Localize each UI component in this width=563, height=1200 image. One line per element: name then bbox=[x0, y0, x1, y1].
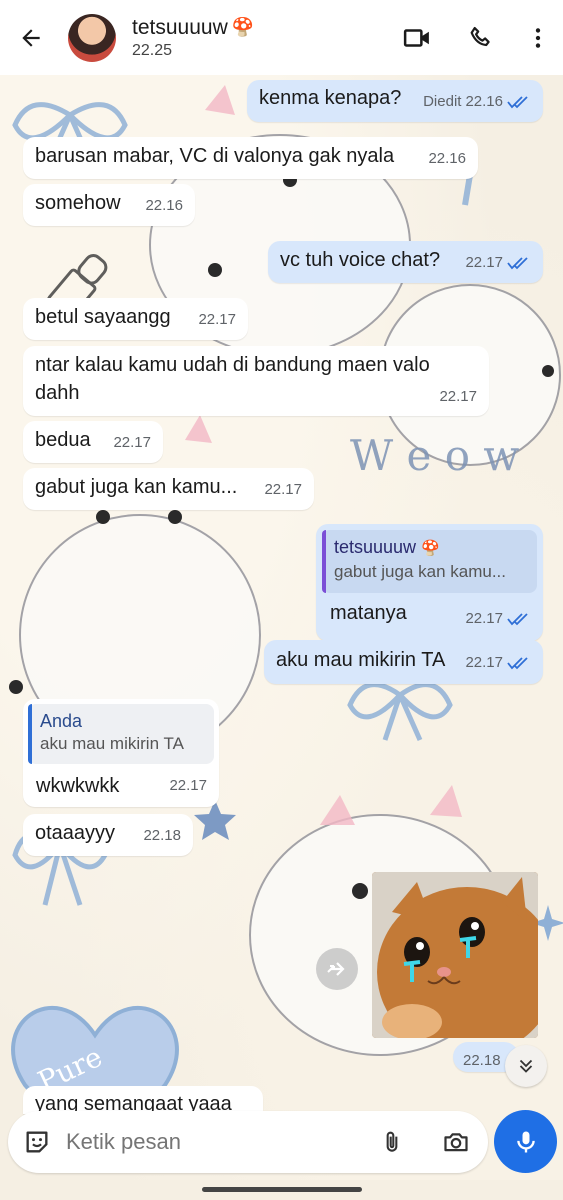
message-text: otaaayyy bbox=[35, 822, 116, 844]
voice-record-button[interactable] bbox=[494, 1110, 557, 1173]
message-composer bbox=[8, 1111, 488, 1173]
message-time: 22.18 bbox=[143, 827, 181, 844]
message-incoming[interactable]: otaaayyy 22.18 bbox=[23, 814, 193, 856]
message-input[interactable] bbox=[66, 1129, 360, 1155]
double-check-icon bbox=[507, 257, 528, 270]
message-outgoing[interactable]: vc tuh voice chat? 22.17 bbox=[268, 241, 543, 283]
message-text-line: dahh bbox=[35, 382, 80, 404]
message-incoming[interactable]: barusan mabar, VC di valonya gak nyala 2… bbox=[23, 137, 478, 179]
message-meta: 22.17 bbox=[465, 249, 529, 277]
sticker-icon bbox=[26, 1131, 48, 1153]
double-check-icon bbox=[507, 96, 528, 109]
edited-label: Diedit bbox=[423, 93, 462, 110]
message-outgoing[interactable]: aku mau mikirin TA 22.17 bbox=[264, 640, 543, 684]
chat-header: tetsuuuuw 🍄 22.25 bbox=[0, 0, 563, 75]
camera-icon bbox=[444, 1133, 468, 1152]
message-incoming[interactable]: bedua 22.17 bbox=[23, 421, 163, 463]
message-text: somehow bbox=[35, 192, 121, 214]
message-time: 22.17 bbox=[439, 388, 477, 405]
message-outgoing-image[interactable] bbox=[372, 872, 538, 1038]
double-check-icon bbox=[507, 613, 528, 626]
home-gesture-pill[interactable] bbox=[202, 1187, 362, 1192]
back-button[interactable] bbox=[0, 0, 62, 75]
mushroom-emoji: 🍄 bbox=[231, 17, 255, 37]
message-time: 22.16 bbox=[145, 197, 183, 214]
quoted-message[interactable]: Anda aku mau mikirin TA bbox=[28, 704, 214, 764]
camera-button[interactable] bbox=[424, 1128, 488, 1156]
double-check-icon bbox=[507, 657, 528, 670]
message-time: 22.16 bbox=[465, 93, 503, 110]
message-text: barusan mabar, VC di valonya gak nyala bbox=[35, 145, 395, 167]
quote-bar bbox=[322, 530, 326, 593]
message-incoming[interactable]: yang semangaat yaaa bbox=[23, 1086, 263, 1114]
quote-author: tetsuuuuw 🍄 bbox=[334, 537, 440, 557]
message-text-line: ntar kalau kamu udah di bandung maen val… bbox=[35, 354, 430, 376]
system-nav-bar bbox=[0, 1180, 563, 1200]
message-time: 22.17 bbox=[113, 434, 151, 451]
message-text: aku mau mikirin TA bbox=[276, 649, 446, 671]
quoted-message[interactable]: tetsuuuuw 🍄 gabut juga kan kamu... bbox=[322, 530, 537, 593]
sticker-button[interactable] bbox=[8, 1128, 66, 1156]
message-text: vc tuh voice chat? bbox=[280, 249, 441, 271]
quote-text: gabut juga kan kamu... bbox=[334, 562, 507, 581]
video-call-icon bbox=[403, 28, 429, 47]
message-incoming[interactable]: betul sayaangg 22.17 bbox=[23, 298, 248, 340]
contact-name: tetsuuuuw 🍄 bbox=[132, 15, 255, 39]
message-time: 22.16 bbox=[428, 150, 466, 167]
message-time: 22.17 bbox=[264, 481, 302, 498]
message-time: 22.17 bbox=[169, 777, 207, 794]
forward-button[interactable] bbox=[316, 948, 358, 990]
message-incoming[interactable]: ntar kalau kamu udah di bandung maen val… bbox=[23, 346, 489, 416]
message-text: bedua bbox=[35, 429, 91, 451]
message-outgoing[interactable]: kenma kenapa? Diedit 22.16 bbox=[247, 80, 543, 122]
last-seen-status: 22.25 bbox=[132, 41, 173, 59]
message-meta: Diedit 22.16 bbox=[423, 88, 529, 116]
video-call-button[interactable] bbox=[385, 0, 449, 75]
message-time: 22.17 bbox=[198, 311, 236, 328]
quote-text: aku mau mikirin TA bbox=[40, 734, 184, 753]
forward-icon bbox=[327, 962, 345, 976]
scroll-down-icon bbox=[519, 1059, 533, 1073]
avatar[interactable] bbox=[68, 13, 116, 62]
crying-cat-image bbox=[372, 872, 538, 1038]
message-text: betul sayaangg bbox=[35, 306, 171, 328]
mushroom-emoji: 🍄 bbox=[421, 540, 440, 557]
message-incoming-reply[interactable]: Anda aku mau mikirin TA wkwkwkk 22.17 bbox=[23, 699, 219, 807]
svg-text:W e o w: W e o w bbox=[350, 431, 519, 480]
contact-info[interactable]: tetsuuuuw 🍄 22.25 bbox=[132, 16, 385, 60]
more-vert-icon bbox=[535, 27, 541, 48]
back-arrow-icon bbox=[22, 28, 40, 47]
message-text: kenma kenapa? bbox=[259, 87, 402, 109]
message-meta: 22.17 bbox=[465, 649, 529, 677]
message-outgoing-reply[interactable]: tetsuuuuw 🍄 gabut juga kan kamu... matan… bbox=[316, 524, 543, 641]
message-incoming[interactable]: somehow 22.16 bbox=[23, 184, 195, 226]
message-time: 22.18 bbox=[463, 1052, 501, 1069]
more-options-button[interactable] bbox=[513, 0, 563, 75]
attach-button[interactable] bbox=[360, 1129, 424, 1155]
message-text: gabut juga kan kamu... bbox=[35, 476, 238, 498]
message-time: 22.17 bbox=[465, 610, 503, 627]
quote-author: Anda bbox=[40, 711, 83, 731]
quote-bar bbox=[28, 704, 32, 764]
mic-icon bbox=[516, 1131, 535, 1152]
message-time: 22.17 bbox=[465, 654, 503, 671]
phone-icon bbox=[470, 26, 490, 46]
attach-icon bbox=[386, 1131, 398, 1152]
message-incoming[interactable]: gabut juga kan kamu... 22.17 bbox=[23, 468, 314, 510]
message-time: 22.17 bbox=[465, 254, 503, 271]
message-meta: 22.17 bbox=[465, 605, 529, 633]
voice-call-button[interactable] bbox=[449, 0, 513, 75]
scroll-to-bottom-button[interactable] bbox=[505, 1045, 547, 1087]
